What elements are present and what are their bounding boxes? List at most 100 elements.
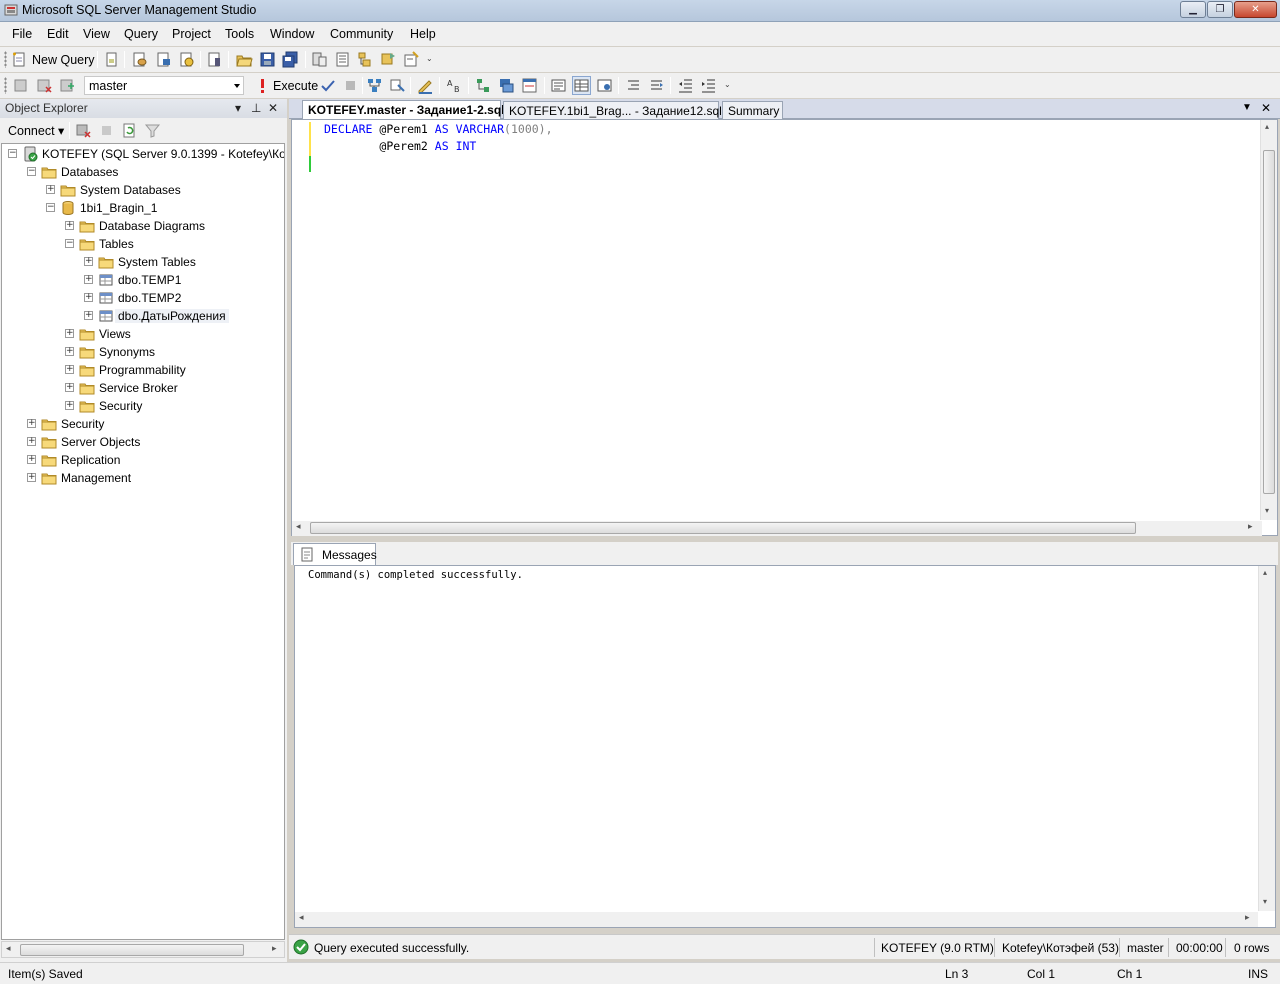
scrollbar-thumb[interactable] [310,522,1136,534]
sql-code[interactable]: DECLARE @Perem1 AS VARCHAR(1000), @Perem… [324,121,553,155]
execute-button[interactable]: Execute [273,79,318,93]
menu-window[interactable]: Window [270,27,314,41]
expand-icon[interactable]: + [27,419,36,428]
expand-icon[interactable]: + [65,221,74,230]
database-engine-query-icon[interactable] [131,51,148,68]
minimize-button[interactable]: ▁ [1180,1,1206,18]
editor-horizontal-scrollbar[interactable]: ◂ ▸ [292,521,1262,536]
scroll-up-icon[interactable]: ▴ [1265,122,1269,131]
menu-community[interactable]: Community [330,27,393,41]
expand-icon[interactable]: + [27,473,36,482]
include-actual-plan-icon[interactable] [475,77,492,94]
cancel-query-icon[interactable] [342,77,359,94]
menu-edit[interactable]: Edit [47,27,69,41]
disconnect-icon[interactable] [36,77,53,94]
expand-icon[interactable]: + [27,437,36,446]
auto-hide-pin-icon[interactable]: ⊥ [251,101,261,115]
menu-project[interactable]: Project [172,27,211,41]
execute-icon[interactable] [254,77,271,94]
menu-help[interactable]: Help [410,27,436,41]
close-document-icon[interactable]: ✕ [1261,101,1271,115]
template-explorer-icon[interactable] [380,51,397,68]
collapse-icon[interactable]: − [27,167,36,176]
toolbar-overflow-icon[interactable]: ⌄ [426,55,434,67]
parse-checkmark-icon[interactable] [319,77,336,94]
new-file-icon[interactable] [103,51,120,68]
collapse-icon[interactable]: − [46,203,55,212]
summary-icon[interactable] [334,51,351,68]
window-position-icon[interactable]: ▾ [235,101,241,115]
scrollbar-thumb[interactable] [20,944,244,956]
toolbar-overflow-icon[interactable]: ⌄ [724,81,732,93]
scroll-down-icon[interactable]: ▾ [1265,506,1269,515]
specify-template-values-icon[interactable] [417,77,434,94]
uncomment-lines-icon[interactable] [648,77,665,94]
new-query-button[interactable]: New Query [32,53,95,67]
editor-vertical-scrollbar[interactable]: ▴ ▾ [1260,120,1277,520]
menu-file[interactable]: File [12,27,32,41]
expand-icon[interactable]: + [65,329,74,338]
save-all-icon[interactable] [282,51,299,68]
filter-icon[interactable] [144,122,161,139]
expand-icon[interactable]: + [65,365,74,374]
scroll-up-icon[interactable]: ▴ [1263,568,1267,577]
analysis-services-dmx-query-icon[interactable] [178,51,195,68]
sql-mobile-query-icon[interactable] [206,51,223,68]
registered-servers-icon[interactable] [311,51,328,68]
connect-dropdown-button[interactable]: Connect ▾ [8,123,64,138]
change-connection-icon[interactable] [59,77,76,94]
increase-indent-icon[interactable] [700,77,717,94]
connect-icon[interactable] [12,77,29,94]
chevron-down-icon[interactable] [234,84,240,88]
maximize-button[interactable]: ❐ [1207,1,1233,18]
menu-query[interactable]: Query [124,27,158,41]
scrollbar-thumb[interactable] [1263,150,1275,494]
disconnect-icon[interactable] [75,122,92,139]
properties-window-icon[interactable] [403,51,420,68]
new-query-icon[interactable] [11,51,28,68]
stop-icon[interactable] [98,122,115,139]
expand-icon[interactable]: + [27,455,36,464]
active-files-dropdown-icon[interactable]: ▼ [1242,102,1252,113]
scroll-left-icon[interactable]: ◂ [296,521,301,532]
scroll-left-icon[interactable]: ◂ [6,943,11,954]
scroll-down-icon[interactable]: ▾ [1263,897,1267,906]
messages-pane[interactable]: Command(s) completed successfully. ▴ ▾ ◂… [294,565,1276,928]
scroll-left-icon[interactable]: ◂ [299,912,304,923]
object-explorer-horizontal-scrollbar[interactable]: ◂ ▸ [1,941,285,958]
expand-icon[interactable]: + [46,185,55,194]
expand-icon[interactable]: + [84,293,93,302]
decrease-indent-icon[interactable] [677,77,694,94]
collapse-icon[interactable]: − [8,149,17,158]
sql-editor[interactable]: DECLARE @Perem1 AS VARCHAR(1000), @Perem… [291,119,1278,536]
tab-query-zadanie12[interactable]: KOTEFEY.1bi1_Brag... - Задание12.sql* [503,101,726,119]
intellisense-icon[interactable]: AB [446,77,463,94]
comment-out-lines-icon[interactable] [625,77,642,94]
analysis-services-mdx-query-icon[interactable] [155,51,172,68]
expand-icon[interactable]: + [65,347,74,356]
results-to-text-icon[interactable] [550,77,567,94]
toolbar-grip[interactable] [4,51,7,68]
toolbar-grip[interactable] [4,77,7,94]
query-designer-icon[interactable] [389,77,406,94]
scroll-right-icon[interactable]: ▸ [272,943,277,954]
results-to-text-icon[interactable] [521,77,538,94]
refresh-icon[interactable] [121,122,138,139]
expand-icon[interactable]: + [65,383,74,392]
close-panel-icon[interactable]: ✕ [268,101,278,115]
results-to-file-icon[interactable] [596,77,613,94]
object-explorer-icon[interactable] [357,51,374,68]
messages-horizontal-scrollbar[interactable]: ◂ ▸ [295,912,1258,927]
expand-icon[interactable]: + [84,257,93,266]
save-icon[interactable] [259,51,276,68]
collapse-icon[interactable]: − [65,239,74,248]
tab-query-zadanie1-2[interactable]: KOTEFEY.master - Задание1-2.sql* [302,100,509,119]
results-to-grid-icon[interactable] [572,76,591,95]
display-estimated-plan-icon[interactable] [366,77,383,94]
object-explorer-tree[interactable]: − KOTEFEY (SQL Server 9.0.1399 - Kotefey\… [1,143,285,940]
scroll-right-icon[interactable]: ▸ [1245,912,1250,923]
expand-icon[interactable]: + [65,401,74,410]
include-client-statistics-icon[interactable] [498,77,515,94]
close-window-button[interactable]: ✕ [1234,1,1277,18]
messages-vertical-scrollbar[interactable]: ▴ ▾ [1258,566,1275,911]
